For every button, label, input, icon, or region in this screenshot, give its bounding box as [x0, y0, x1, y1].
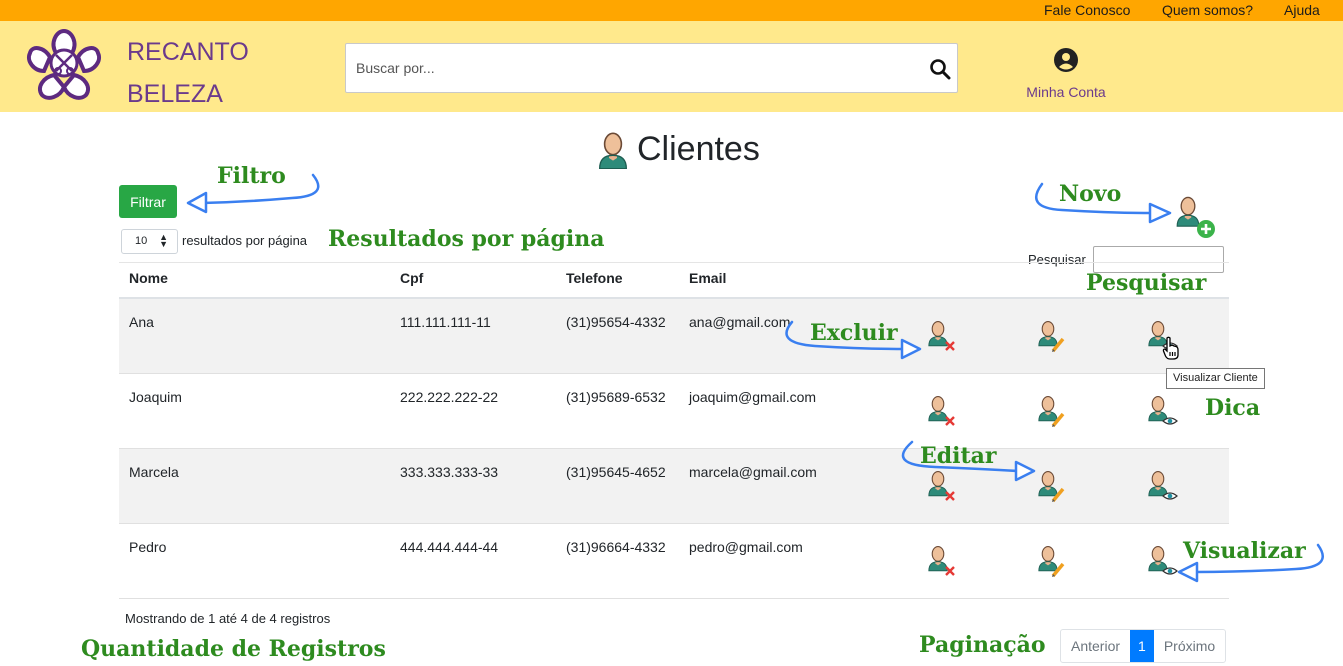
- column-header-cpf[interactable]: Cpf: [400, 270, 423, 286]
- per-page-select[interactable]: 10 ▲ ▼: [121, 229, 178, 254]
- delete-client-icon[interactable]: [927, 394, 957, 428]
- search-input[interactable]: [356, 44, 916, 92]
- add-person-icon: [1176, 196, 1215, 238]
- pagination-previous[interactable]: Anterior: [1061, 630, 1130, 662]
- edit-client-icon[interactable]: [1037, 469, 1067, 503]
- cell-email: ana@gmail.com: [689, 314, 791, 330]
- annotation-quantidade: Quantidade de Registros: [81, 636, 386, 662]
- brand-line2: BELEZA: [127, 80, 223, 108]
- person-icon: [597, 131, 629, 169]
- records-info: Mostrando de 1 até 4 de 4 registros: [125, 611, 331, 626]
- top-bar: Fale Conosco Quem somos? Ajuda: [0, 0, 1343, 21]
- view-client-icon[interactable]: [1147, 544, 1181, 578]
- cell-nome: Pedro: [129, 539, 167, 555]
- pagination: Anterior 1 Próximo: [1060, 629, 1227, 663]
- hand-cursor-icon: [1162, 336, 1179, 360]
- edit-client-icon[interactable]: [1037, 544, 1067, 578]
- annotation-filtro: Filtro: [217, 163, 286, 189]
- cell-telefone: (31)95689-6532: [566, 389, 666, 405]
- annotation-paginacao: Paginação: [919, 632, 1046, 658]
- link-fale-conosco[interactable]: Fale Conosco: [1044, 2, 1130, 18]
- pagination-page[interactable]: 1: [1130, 630, 1154, 662]
- brand-name[interactable]: RECANTO BELEZA: [127, 31, 249, 115]
- cell-telefone: (31)95645-4652: [566, 464, 666, 480]
- pagination-next[interactable]: Próximo: [1154, 630, 1225, 662]
- annotation-dica: Dica: [1205, 395, 1261, 421]
- cell-telefone: (31)95654-4332: [566, 314, 666, 330]
- column-header-email[interactable]: Email: [689, 270, 726, 286]
- account-menu[interactable]: Minha Conta: [1020, 47, 1112, 100]
- search-icon[interactable]: [929, 58, 951, 80]
- link-quem-somos[interactable]: Quem somos?: [1162, 2, 1253, 18]
- cell-telefone: (31)96664-4332: [566, 539, 666, 555]
- delete-client-icon[interactable]: [927, 469, 957, 503]
- caret-updown-icon: ▲ ▼: [159, 232, 168, 249]
- filter-button[interactable]: Filtrar: [119, 185, 177, 218]
- annotation-visualizar: Visualizar: [1183, 538, 1306, 564]
- column-header-nome[interactable]: Nome: [129, 270, 168, 286]
- view-client-icon[interactable]: [1147, 469, 1181, 503]
- cell-nome: Joaquim: [129, 389, 182, 405]
- column-header-telefone[interactable]: Telefone: [566, 270, 623, 286]
- tooltip: Visualizar Cliente: [1166, 368, 1265, 389]
- cell-nome: Ana: [129, 314, 154, 330]
- annotation-editar: Editar: [920, 443, 997, 469]
- page-title-text: Clientes: [637, 130, 760, 168]
- link-ajuda[interactable]: Ajuda: [1284, 2, 1320, 18]
- table-row: Ana 111.111.111-11 (31)95654-4332 ana@gm…: [119, 299, 1229, 374]
- delete-client-icon[interactable]: [927, 319, 957, 353]
- brand-line1: RECANTO: [127, 38, 249, 66]
- annotation-resultados: Resultados por página: [316, 226, 617, 252]
- cell-cpf: 333.333.333-33: [400, 464, 499, 480]
- account-label: Minha Conta: [1026, 84, 1106, 100]
- cell-email: pedro@gmail.com: [689, 539, 803, 555]
- cell-cpf: 222.222.222-22: [400, 389, 499, 405]
- clients-table: Nome Cpf Telefone Email Ana 111.111.111-…: [119, 262, 1229, 599]
- per-page-value: 10: [135, 235, 148, 247]
- table-row: Joaquim 222.222.222-22 (31)95689-6532 jo…: [119, 374, 1229, 449]
- page-title: Clientes: [597, 130, 760, 169]
- search-bar: [345, 43, 958, 93]
- table-row: Marcela 333.333.333-33 (31)95645-4652 ma…: [119, 449, 1229, 524]
- annotation-pesquisar: Pesquisar: [1086, 270, 1207, 296]
- header: RECANTO BELEZA Minha Conta: [0, 21, 1343, 112]
- delete-client-icon[interactable]: [927, 544, 957, 578]
- view-client-icon[interactable]: [1147, 394, 1181, 428]
- account-icon: [1054, 48, 1078, 72]
- edit-client-icon[interactable]: [1037, 319, 1067, 353]
- annotation-excluir: Excluir: [810, 320, 898, 346]
- edit-client-icon[interactable]: [1037, 394, 1067, 428]
- per-page-label: resultados por página: [182, 233, 308, 248]
- flower-logo-icon[interactable]: [22, 25, 106, 101]
- new-client-button[interactable]: [1175, 195, 1217, 244]
- table-row: Pedro 444.444.444-44 (31)96664-4332 pedr…: [119, 524, 1229, 599]
- cell-email: marcela@gmail.com: [689, 464, 817, 480]
- cell-email: joaquim@gmail.com: [689, 389, 817, 405]
- cell-cpf: 444.444.444-44: [400, 539, 499, 555]
- cell-cpf: 111.111.111-11: [400, 314, 491, 330]
- cell-nome: Marcela: [129, 464, 179, 480]
- table-header: Nome Cpf Telefone Email: [119, 263, 1229, 299]
- annotation-novo: Novo: [1059, 181, 1122, 207]
